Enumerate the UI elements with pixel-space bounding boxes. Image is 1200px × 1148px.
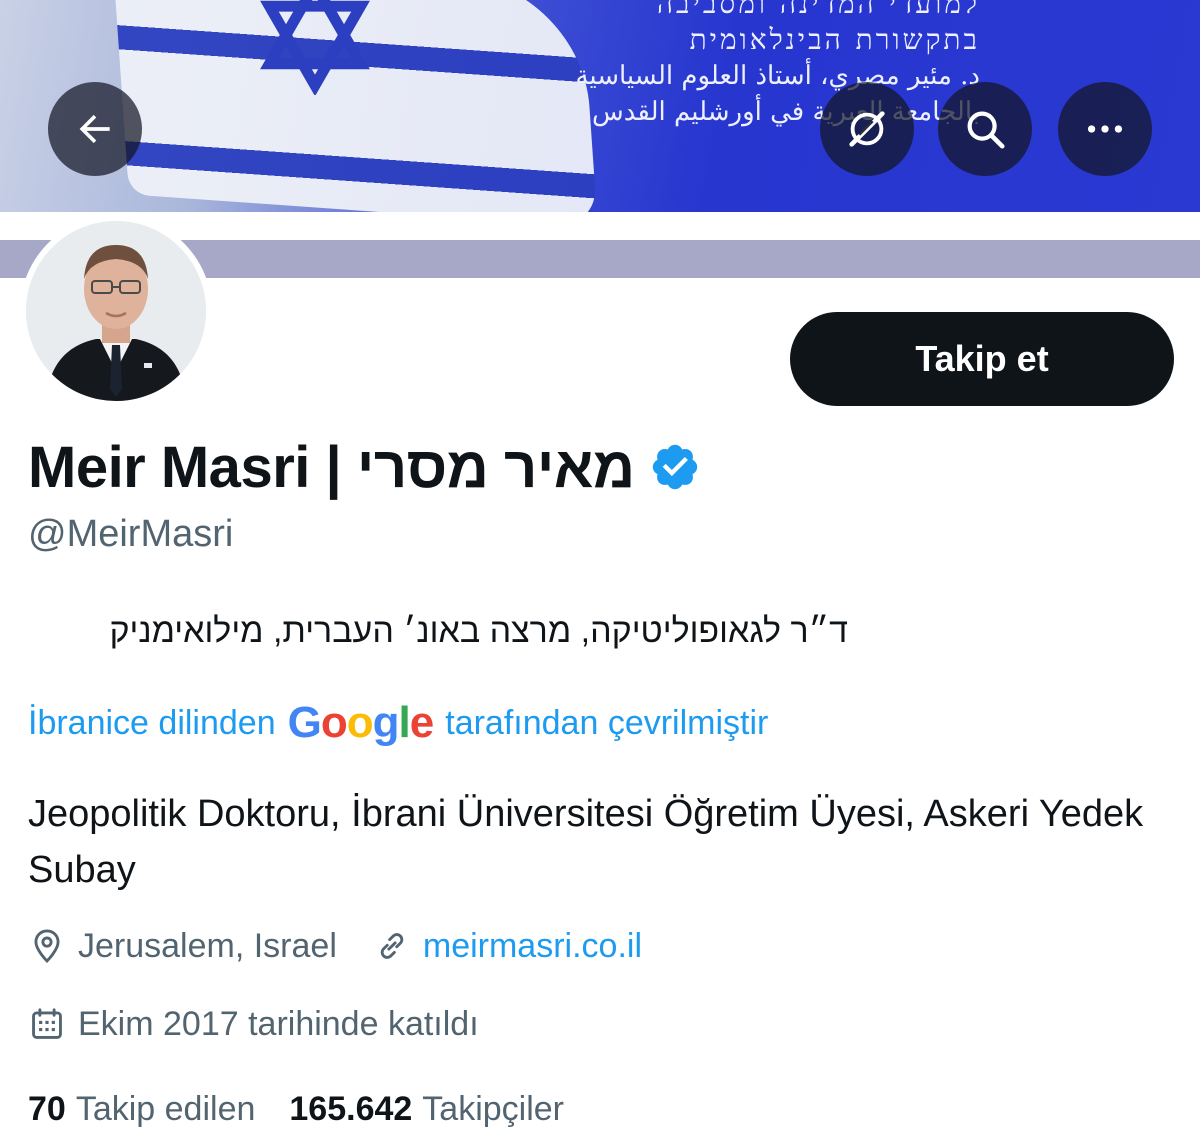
more-dots-icon — [1087, 125, 1123, 133]
back-button[interactable] — [48, 82, 142, 176]
banner-arabic-line-1: د. مئير مصري، أستاذ العلوم السياسية — [575, 61, 980, 91]
translation-notice[interactable]: İbranice dilinden Google tarafından çevr… — [28, 698, 768, 748]
google-logo: Google — [287, 698, 435, 747]
follow-stats: 70 Takip edilen 165.642 Takipçiler — [28, 1084, 598, 1134]
star-of-david-icon — [260, 0, 370, 95]
bio-translated: Jeopolitik Doktoru, İbrani Üniversitesi … — [28, 793, 1144, 891]
avatar[interactable] — [20, 215, 212, 407]
verified-badge-icon[interactable] — [649, 441, 701, 493]
link-icon — [380, 933, 404, 959]
banner-caption: למועדי המדינה ומסביבה בתקשורת הבינלאומית… — [520, 0, 980, 130]
following-count: 70 — [28, 1089, 66, 1128]
translation-suffix: tarafından çevrilmiştir — [445, 703, 769, 742]
followers-count: 165.642 — [289, 1089, 413, 1128]
bio-original: ד״ר לגאופוליטיקה, מרצה באונ׳ העברית, מיל… — [109, 612, 849, 650]
location-pin-icon — [34, 929, 60, 964]
arrow-left-icon — [79, 114, 110, 144]
following-stat[interactable]: 70 Takip edilen — [28, 1090, 255, 1129]
website[interactable]: meirmasri.co.il — [373, 927, 642, 966]
followers-stat[interactable]: 165.642 Takipçiler — [289, 1090, 564, 1129]
following-label: Takip edilen — [75, 1089, 256, 1128]
display-name: Meir Masri | מאיר מסרי — [28, 434, 635, 500]
profile-meta-row: Jerusalem, Israel meirmasri.co.il — [28, 920, 678, 972]
search-button[interactable] — [938, 82, 1032, 176]
follow-button[interactable]: Takip et — [790, 312, 1174, 406]
grok-icon — [849, 111, 885, 147]
banner-hebrew-line-1: למועדי המדינה ומסביבה — [656, 0, 980, 20]
avatar-photo — [26, 221, 206, 401]
website-link[interactable]: meirmasri.co.il — [423, 927, 642, 966]
location-text: Jerusalem, Israel — [78, 926, 337, 965]
banner-hebrew-line-2: בתקשורת הבינלאומית — [689, 23, 980, 56]
user-handle: @MeirMasri — [28, 513, 234, 555]
more-options-button[interactable] — [1058, 82, 1152, 176]
location: Jerusalem, Israel — [28, 927, 337, 966]
calendar-icon — [32, 1008, 62, 1039]
joined-row: Ekim 2017 tarihinde katıldı — [28, 998, 515, 1050]
search-icon — [967, 111, 1005, 149]
profile-page: למועדי המדינה ומסביבה בתקשורת הבינלאומית… — [0, 0, 1200, 1148]
join-date: Ekim 2017 tarihinde katıldı — [28, 1005, 479, 1044]
translation-prefix: İbranice dilinden — [28, 703, 276, 742]
join-date-text: Ekim 2017 tarihinde katıldı — [78, 1004, 479, 1043]
grok-button[interactable] — [820, 82, 914, 176]
followers-label: Takipçiler — [422, 1089, 565, 1128]
profile-name-row: Meir Masri | מאיר מסרי — [28, 432, 701, 502]
